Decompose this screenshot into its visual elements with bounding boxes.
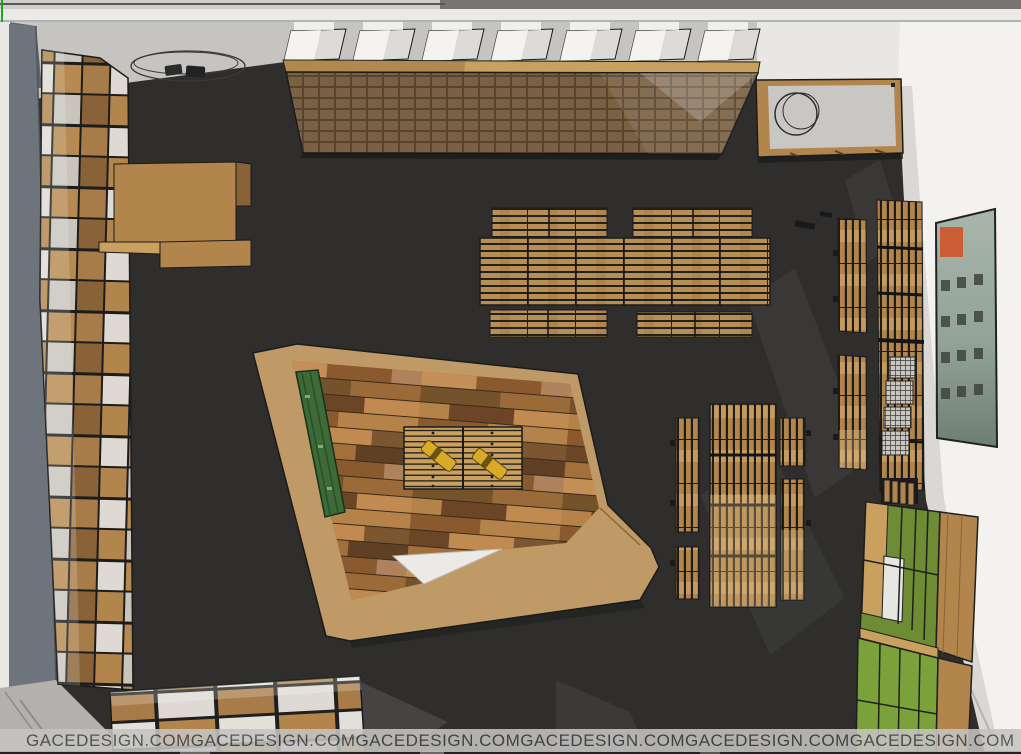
slat-bench — [676, 547, 699, 599]
chair — [186, 65, 206, 77]
render-scene — [0, 0, 1021, 754]
mesh-basket — [882, 431, 909, 455]
watermark-text: GACEDESIGN.COM — [520, 731, 685, 751]
slat-shelf-unit — [877, 200, 924, 492]
reception-desk — [99, 162, 251, 268]
slat-table — [480, 238, 770, 305]
slat-bench — [676, 418, 699, 532]
wood-slat-panel — [283, 60, 760, 160]
axis-line — [1, 0, 3, 22]
watermark-text: GACEDESIGN.COM — [26, 731, 191, 751]
watermark-text: GACEDESIGN.COM — [191, 731, 356, 751]
washbasin-counter — [756, 79, 903, 163]
watermark-bar: GACEDESIGN.COM GACEDESIGN.COM GACEDESIGN… — [0, 729, 1021, 752]
mesh-basket — [886, 381, 913, 404]
watermark-text: GACEDESIGN.COM — [685, 731, 850, 751]
interior-render: GACEDESIGN.COM GACEDESIGN.COM GACEDESIGN… — [0, 0, 1021, 754]
slat-bench — [780, 418, 805, 466]
watermark-text: GACEDESIGN.COM — [356, 731, 521, 751]
dining-table-group-right — [670, 404, 811, 607]
wall-poster — [936, 209, 997, 447]
green-locker-cabinet — [856, 478, 978, 754]
watermark-text: GACEDESIGN.COM — [850, 731, 1015, 751]
mesh-basket — [884, 407, 911, 428]
mesh-basket — [889, 357, 915, 378]
left-cube-shelving — [40, 50, 133, 690]
platform-slat-table — [404, 427, 522, 489]
poster-accent — [940, 227, 963, 257]
